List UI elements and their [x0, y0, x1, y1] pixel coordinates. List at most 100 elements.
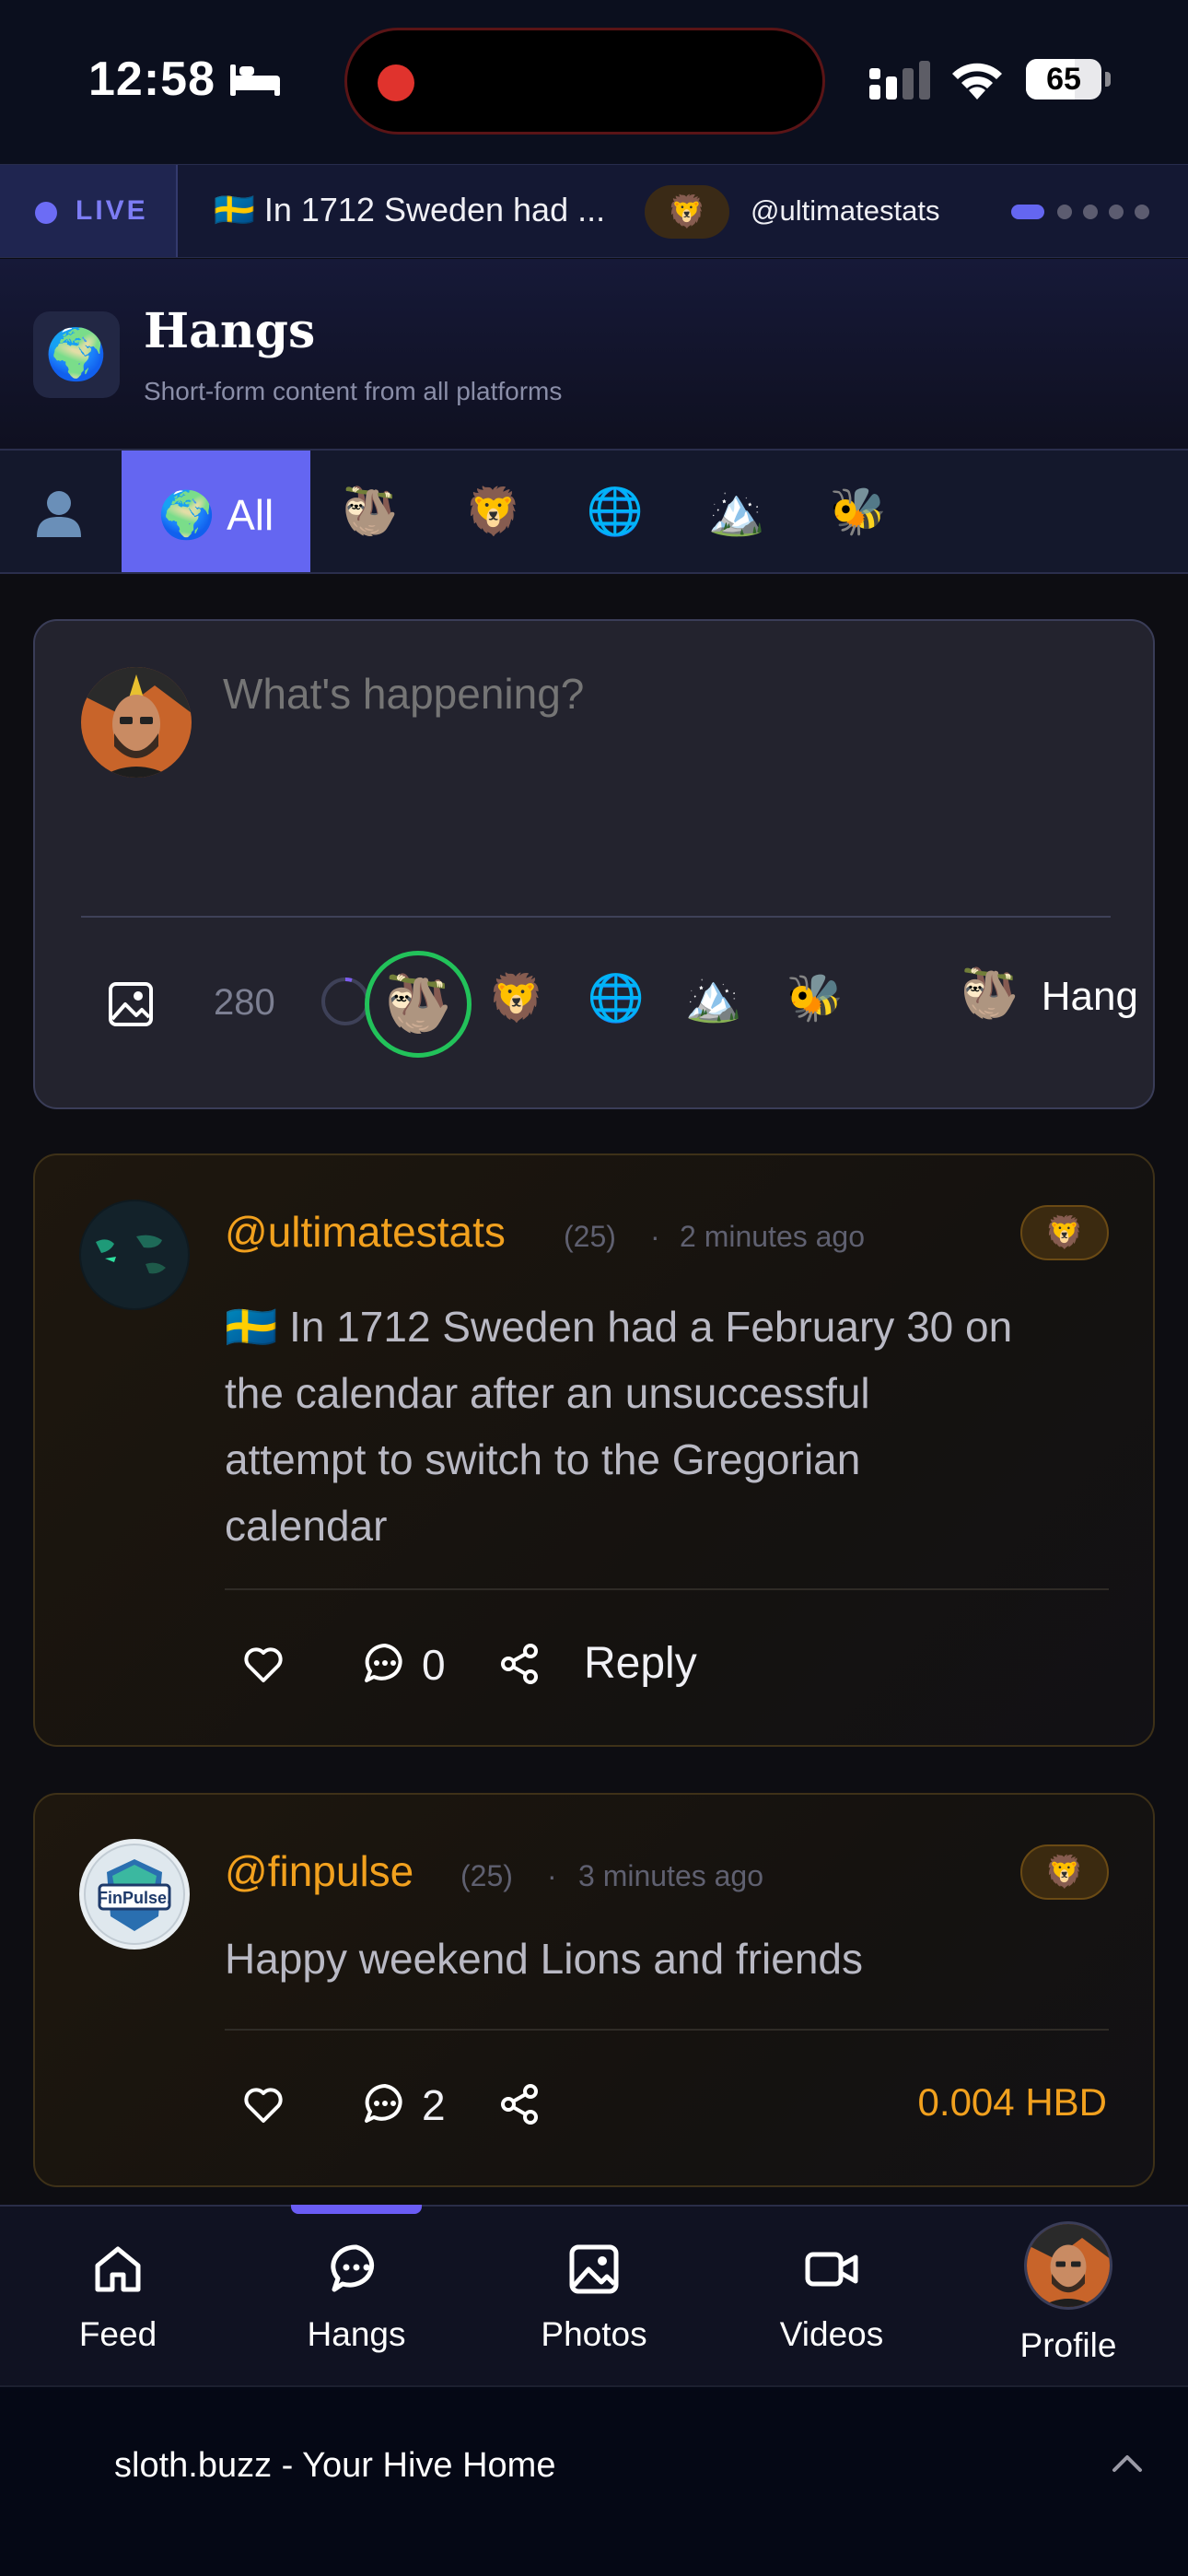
avatar[interactable] [79, 1200, 190, 1310]
comment-icon[interactable] [363, 1642, 407, 1686]
globe-icon: 🌍 [33, 311, 120, 398]
ticker-page-dot-active[interactable] [1011, 205, 1044, 219]
post-card: FinPulse. @finpulse (25) · 3 minutes ago… [33, 1793, 1155, 2187]
author-avatar-image: FinPulse. [79, 1839, 190, 1950]
post-body-line: calendar [225, 1502, 388, 1550]
globe-icon: 🌍 [157, 488, 216, 541]
heart-icon[interactable] [241, 1642, 285, 1686]
post-author[interactable]: @finpulse [225, 1846, 413, 1896]
reply-button[interactable]: Reply [584, 1638, 697, 1689]
filter-all[interactable]: 🌍 All [122, 451, 310, 572]
post-timestamp: 3 minutes ago [578, 1859, 764, 1892]
home-icon [95, 2246, 141, 2292]
chevron-up-icon[interactable] [1111, 2450, 1144, 2477]
compose-card: 280 🦥 🦁 🌐 🏔️ 🐝 🦥 Hang [33, 619, 1155, 1109]
image-icon [569, 2244, 619, 2294]
live-ticker[interactable]: LIVE 🇸🇪 In 1712 Sweden had ... 🦁 @ultima… [0, 164, 1188, 258]
compose-input[interactable] [223, 669, 1107, 719]
ticker-page-dot[interactable] [1083, 205, 1098, 219]
profile-avatar-image [1027, 2224, 1110, 2307]
compose-divider [81, 916, 1111, 918]
ticker-page-dot[interactable] [1057, 205, 1072, 219]
nav-item-hangs[interactable]: Hangs [255, 2207, 458, 2387]
community-option-bee[interactable]: 🐝 [781, 964, 849, 1032]
chat-icon [331, 2244, 374, 2292]
nav-item-photos[interactable]: Photos [493, 2207, 695, 2387]
nav-label: Photos [541, 2315, 647, 2353]
browser-bar[interactable]: sloth.buzz - Your Hive Home [0, 2385, 1188, 2576]
nav-label: Videos [779, 2315, 884, 2353]
ticker-author[interactable]: @ultimatestats [751, 194, 939, 228]
ticker-headline[interactable]: 🇸🇪 In 1712 Sweden had ... [214, 191, 605, 229]
live-dot-icon [35, 202, 57, 224]
comment-count: 0 [422, 1641, 446, 1689]
browser-page-title[interactable]: sloth.buzz - Your Hive Home [114, 2446, 555, 2486]
status-bar: 12:58 65 [0, 0, 1188, 164]
recording-indicator [378, 64, 414, 101]
image-upload-icon[interactable] [107, 980, 155, 1028]
page-header: 🌍 Hangs Short-form content from all plat… [0, 259, 1188, 449]
filter-bee[interactable]: 🐝 [820, 451, 897, 572]
post-body: Happy weekend Lions and friends [225, 1935, 864, 1983]
community-badge[interactable]: 🦁 [1020, 1205, 1109, 1260]
battery-level: 65 [1046, 62, 1081, 97]
comment-count: 2 [422, 2081, 446, 2129]
wifi-icon [952, 63, 1002, 100]
nav-label: Profile [1019, 2326, 1117, 2364]
post-payout: 0.004 HBD [917, 2080, 1107, 2124]
filter-mountain[interactable]: 🏔️ [698, 451, 775, 572]
post-card: @ultimatestats (25) · 2 minutes ago 🦁 🇸🇪… [33, 1153, 1155, 1747]
post-divider [225, 1588, 1109, 1590]
share-icon[interactable] [497, 2082, 542, 2126]
post-reputation: (25) [564, 1220, 616, 1253]
avatar [1024, 2221, 1112, 2310]
post-reputation: (25) [460, 1859, 513, 1892]
community-option-world[interactable]: 🌐 [582, 964, 650, 1032]
ticker-page-dot[interactable] [1135, 205, 1149, 219]
author-avatar-image [79, 1200, 190, 1310]
page-title: Hangs [144, 303, 316, 359]
community-badge[interactable]: 🦁 [1020, 1844, 1109, 1900]
dynamic-island [344, 28, 825, 135]
post-target-label: Hang [1041, 974, 1138, 1019]
post-body-line: the calendar after an unsuccessful [225, 1369, 870, 1417]
filter-all-label: All [227, 490, 274, 539]
battery-cap [1105, 72, 1111, 87]
comment-icon[interactable] [363, 2082, 407, 2126]
ticker-page-dot[interactable] [1109, 205, 1124, 219]
filter-sloth[interactable]: 🦥 [332, 451, 409, 572]
ticker-community-badge: 🦁 [645, 185, 729, 239]
bottom-nav: Feed Hangs Photos Videos Profile [0, 2205, 1188, 2385]
meta-separator: · [650, 1220, 660, 1253]
nav-item-feed[interactable]: Feed [17, 2207, 219, 2387]
signal-icon [869, 61, 930, 100]
post-body: 🇸🇪 In 1712 Sweden had a February 30 on t… [225, 1294, 1109, 1559]
page-subtitle: Short-form content from all platforms [144, 377, 563, 405]
svg-text:FinPulse.: FinPulse. [98, 1889, 171, 1907]
post-target-button[interactable]: 🦥 Hang [960, 966, 1138, 1022]
community-option-mountain[interactable]: 🏔️ [680, 964, 748, 1032]
meta-separator: · [547, 1859, 557, 1892]
live-label: LIVE [76, 195, 148, 226]
post-author[interactable]: @ultimatestats [225, 1207, 506, 1257]
ticker-pagination[interactable] [1011, 205, 1159, 219]
char-counter: 280 [214, 982, 275, 1023]
avatar[interactable] [81, 667, 192, 778]
share-icon[interactable] [497, 1642, 542, 1686]
person-icon[interactable] [33, 487, 85, 539]
post-divider [225, 2029, 1109, 2031]
avatar[interactable]: FinPulse. [79, 1839, 190, 1950]
post-timestamp: 2 minutes ago [680, 1220, 866, 1253]
filter-lion[interactable]: 🦁 [455, 451, 532, 572]
post-body-line: 🇸🇪 In 1712 Sweden had a February 30 on [225, 1303, 1013, 1351]
live-label-block: LIVE [0, 165, 178, 257]
nav-item-profile[interactable]: Profile [967, 2207, 1170, 2387]
heart-icon[interactable] [241, 2082, 285, 2126]
nav-item-videos[interactable]: Videos [730, 2207, 933, 2387]
filter-world[interactable]: 🌐 [577, 451, 654, 572]
community-option-lion[interactable]: 🦁 [483, 964, 551, 1032]
status-time: 12:58 [88, 53, 215, 106]
community-option-selected[interactable]: 🦥 [365, 951, 472, 1058]
video-icon [805, 2252, 858, 2287]
battery-indicator: 65 [1026, 59, 1101, 100]
